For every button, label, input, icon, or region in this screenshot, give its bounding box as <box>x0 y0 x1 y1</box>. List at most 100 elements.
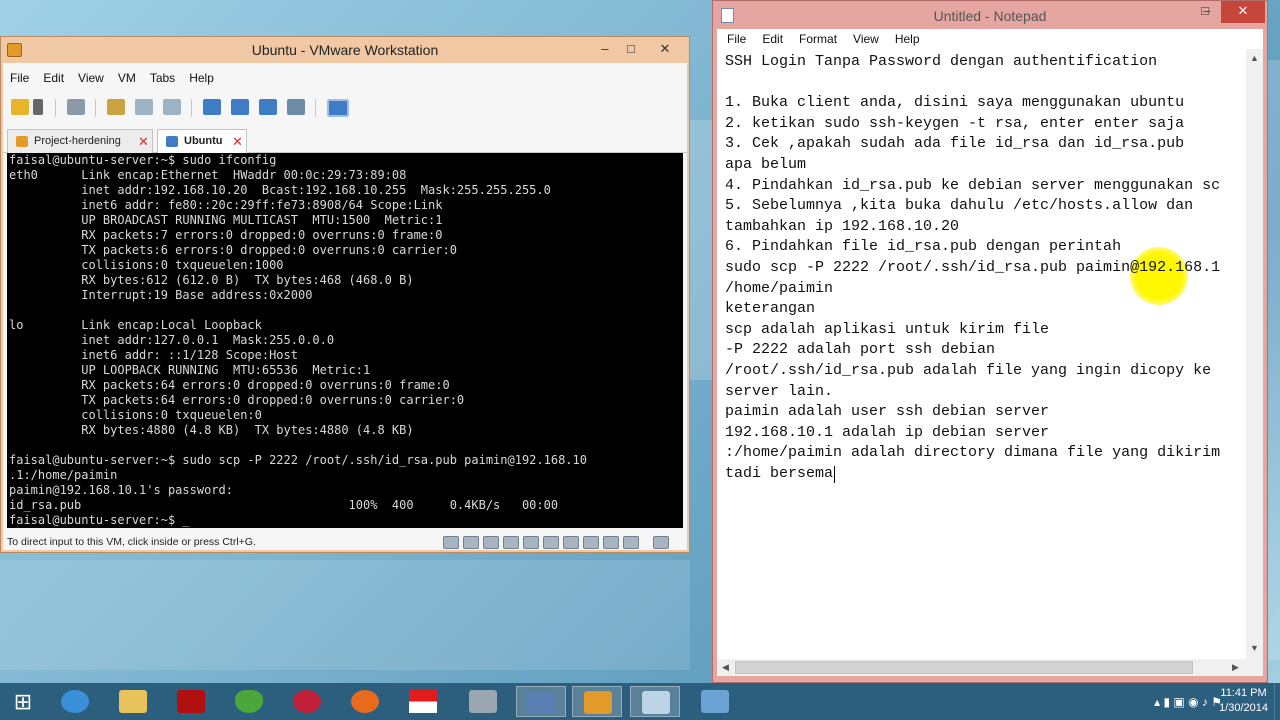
taskbar-internet-explorer[interactable] <box>50 686 100 717</box>
terminal-line: inet6 addr: ::1/128 Scope:Host <box>9 348 298 362</box>
horizontal-scrollbar[interactable]: ◀ ▶ <box>717 659 1259 676</box>
taskbar: ⊞ ▴ ▮ ▣ ◉ ♪ ⚑ 11:41 PM 1/30/2014 <box>0 683 1280 720</box>
system-tray-icons[interactable]: ▴ ▮ ▣ ◉ ♪ ⚑ <box>1154 695 1222 709</box>
text-line: server lain. <box>725 382 834 400</box>
text-line: sudo scp -P 2222 /root/.ssh/id_rsa.pub p… <box>725 259 1221 276</box>
printer-icon[interactable] <box>583 536 599 549</box>
notepad-text-area[interactable]: SSH Login Tanpa Password dengan authenti… <box>717 49 1259 659</box>
display-icon[interactable] <box>603 536 619 549</box>
tab-close-icon[interactable]: ✕ <box>232 134 243 150</box>
text-line: keterangan <box>725 300 816 318</box>
vertical-scrollbar[interactable]: ▲ ▼ <box>1246 49 1263 659</box>
notepad-taskbar-icon <box>642 691 670 714</box>
terminal-line: inet6 addr: fe80::20c:29ff:fe73:8908/64 … <box>9 198 443 212</box>
console-view-icon[interactable] <box>327 99 349 117</box>
clock-date: 1/30/2014 <box>1219 702 1268 714</box>
taskbar-media-app[interactable] <box>282 686 332 717</box>
tab-close-icon[interactable]: ✕ <box>138 134 149 150</box>
toolbar-divider <box>95 99 96 117</box>
menu-file[interactable]: File <box>719 29 754 49</box>
vm-folder-icon <box>16 136 28 147</box>
start-button[interactable]: ⊞ <box>8 690 38 714</box>
text-line: tadi bersema <box>725 465 834 482</box>
chevron-down-icon[interactable] <box>33 99 43 115</box>
terminal-line: Interrupt:19 Base address:0x2000 <box>9 288 313 302</box>
clock[interactable]: 11:41 PM 1/30/2014 <box>1219 686 1268 716</box>
terminal-line: inet addr:127.0.0.1 Mask:255.0.0.0 <box>9 333 335 347</box>
snapshot-manager-icon[interactable] <box>163 99 181 115</box>
text-line: 192.168.10.1 adalah ip debian server <box>725 423 1050 441</box>
size-grip[interactable] <box>1246 659 1263 676</box>
pause-icon[interactable] <box>11 99 29 115</box>
cd-drive-icon[interactable] <box>463 536 479 549</box>
taskbar-network-app[interactable] <box>458 686 508 717</box>
taskbar-network-connect[interactable] <box>516 686 566 717</box>
send-ctrl-alt-del-icon[interactable] <box>67 99 85 115</box>
tab-project-herdening[interactable]: Project-herdening ✕ <box>7 129 153 153</box>
hard-disk-icon[interactable] <box>443 536 459 549</box>
vmware-window-title: Ubuntu - VMware Workstation <box>251 42 439 58</box>
vmware-titlebar[interactable]: Ubuntu - VMware Workstation – □ ✕ <box>1 37 689 63</box>
menu-file[interactable]: File <box>3 69 36 89</box>
internet-explorer-icon <box>61 690 89 713</box>
menu-view[interactable]: View <box>71 69 111 89</box>
close-button[interactable]: ✕ <box>1221 1 1265 23</box>
horizontal-scroll-thumb[interactable] <box>735 661 1193 674</box>
fit-guest-icon[interactable] <box>653 536 669 549</box>
text-line: :/home/paimin adalah directory dimana fi… <box>725 444 1221 462</box>
show-desktop-button[interactable] <box>1274 683 1280 720</box>
thumbnail-bar-icon[interactable] <box>231 99 249 115</box>
message-log-icon[interactable] <box>623 536 639 549</box>
network-adapter-icon[interactable] <box>523 536 539 549</box>
floppy-icon[interactable] <box>483 536 499 549</box>
scroll-right-icon[interactable]: ▶ <box>1227 662 1244 673</box>
taskbar-remote-desktop[interactable] <box>690 686 740 717</box>
sound-card-icon[interactable] <box>563 536 579 549</box>
terminal-line: faisal@ubuntu-server:~$ sudo ifconfig <box>9 153 277 167</box>
clock-time: 11:41 PM <box>1220 687 1267 699</box>
usb-icon[interactable] <box>543 536 559 549</box>
taskbar-vmware[interactable] <box>572 686 622 717</box>
text-line: /root/.ssh/id_rsa.pub adalah file yang i… <box>725 362 1212 379</box>
vm-console[interactable]: faisal@ubuntu-server:~$ sudo ifconfig et… <box>7 153 683 528</box>
close-button[interactable]: ✕ <box>651 39 679 59</box>
show-library-icon[interactable] <box>203 99 221 115</box>
terminal-line: RX bytes:612 (612.0 B) TX bytes:468 (468… <box>9 273 414 287</box>
menu-edit[interactable]: Edit <box>36 69 71 89</box>
terminal-line: .1:/home/paimin <box>9 468 118 482</box>
minimize-button[interactable]: – <box>591 39 619 59</box>
terminal-line: collisions:0 txqueuelen:1000 <box>9 258 284 272</box>
menu-view[interactable]: View <box>845 29 887 49</box>
vmware-menubar: File Edit View VM Tabs Help <box>3 69 221 89</box>
taskbar-red-hand-app[interactable] <box>166 686 216 717</box>
notepad-window: Untitled - Notepad – □ ✕ File Edit Forma… <box>712 0 1268 683</box>
scroll-up-icon[interactable]: ▲ <box>1246 53 1263 63</box>
menu-tabs[interactable]: Tabs <box>143 69 182 89</box>
taskbar-indonesia-flag[interactable] <box>398 686 448 717</box>
menu-help[interactable]: Help <box>182 69 221 89</box>
terminal-line: faisal@ubuntu-server:~$ sudo scp -P 2222… <box>9 453 587 467</box>
snapshot-icon[interactable] <box>107 99 125 115</box>
text-caret <box>834 466 835 483</box>
unity-icon[interactable] <box>287 99 305 115</box>
taskbar-green-shield[interactable] <box>224 686 274 717</box>
maximize-button[interactable]: □ <box>617 39 645 59</box>
menu-edit[interactable]: Edit <box>754 29 791 49</box>
menu-format[interactable]: Format <box>791 29 845 49</box>
menu-help[interactable]: Help <box>887 29 928 49</box>
menu-vm[interactable]: VM <box>111 69 143 89</box>
scroll-left-icon[interactable]: ◀ <box>717 662 734 673</box>
scroll-down-icon[interactable]: ▼ <box>1246 643 1263 653</box>
terminal-line: inet addr:192.168.10.20 Bcast:192.168.10… <box>9 183 551 197</box>
maximize-button[interactable]: □ <box>1191 1 1219 21</box>
network-adapter-icon[interactable] <box>503 536 519 549</box>
taskbar-notepad[interactable] <box>630 686 680 717</box>
vmware-statusbar: To direct input to this VM, click inside… <box>3 532 687 552</box>
vmware-toolbar <box>3 95 687 121</box>
full-screen-icon[interactable] <box>259 99 277 115</box>
terminal-line: lo Link encap:Local Loopback <box>9 318 262 332</box>
tab-ubuntu[interactable]: Ubuntu ✕ <box>157 129 247 154</box>
taskbar-file-explorer[interactable] <box>108 686 158 717</box>
revert-snapshot-icon[interactable] <box>135 99 153 115</box>
taskbar-firefox[interactable] <box>340 686 390 717</box>
